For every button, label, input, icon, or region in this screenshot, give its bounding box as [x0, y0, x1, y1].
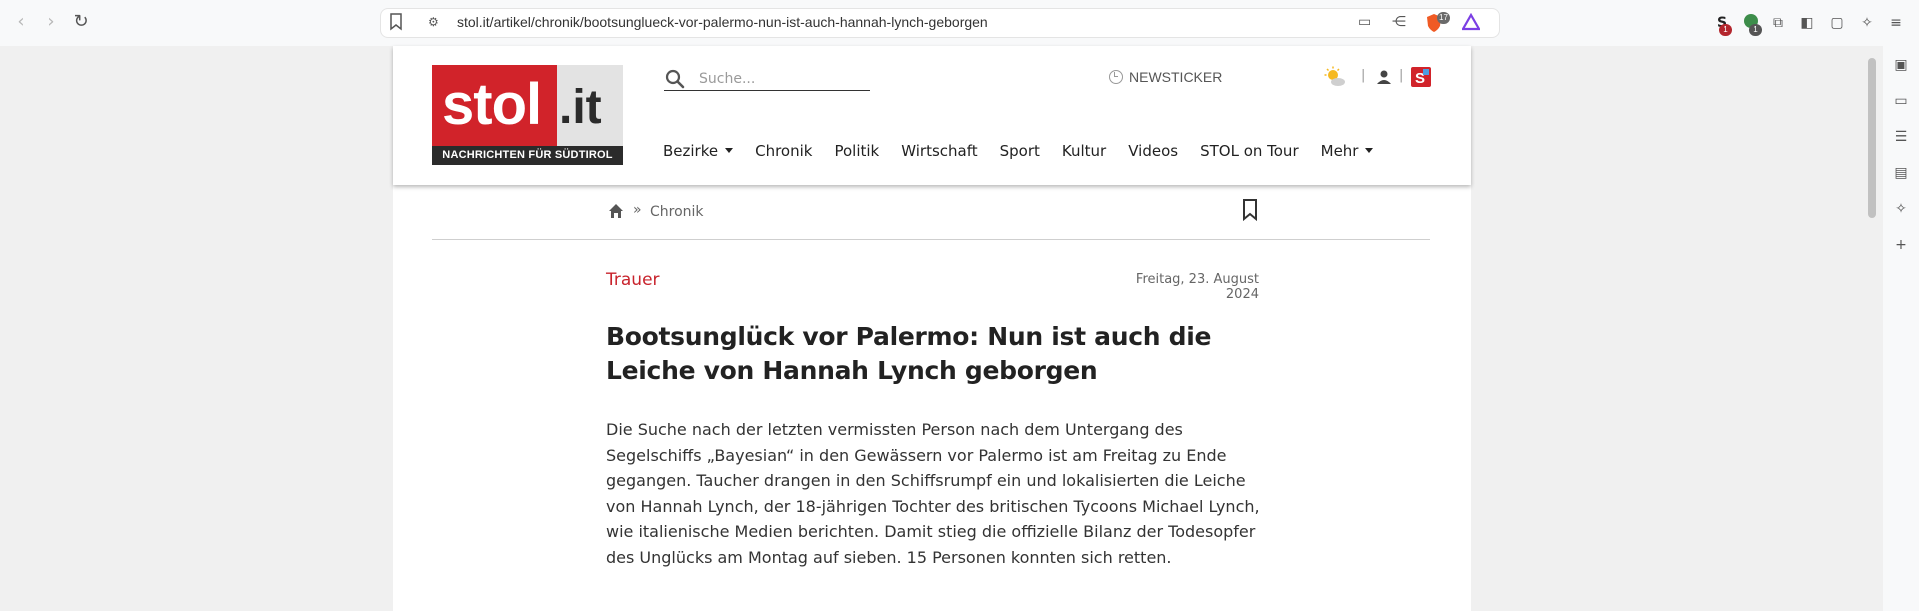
header-separator: |	[1361, 68, 1366, 83]
wallet-icon[interactable]: ▢	[1827, 13, 1847, 33]
article-headline: Bootsunglück vor Palermo: Nun ist auch d…	[606, 322, 1212, 385]
nav-item-kultur[interactable]: Kultur	[1062, 142, 1106, 164]
header-separator: |	[1399, 68, 1404, 83]
bookmark-page-icon[interactable]	[389, 13, 403, 31]
nav-item-videos[interactable]: Videos	[1128, 142, 1178, 164]
share-icon[interactable]: ⋲	[1392, 14, 1406, 30]
breadcrumb-divider	[432, 239, 1430, 240]
logo-tagline: NACHRICHTEN FÜR SÜDTIROL	[432, 146, 623, 165]
stol-logo[interactable]: stol .it NACHRICHTEN FÜR SÜDTIROL	[432, 65, 623, 165]
nav-item-label: Mehr	[1320, 142, 1359, 160]
url-text[interactable]: stol.it/artikel/chronik/bootsunglueck-vo…	[457, 14, 988, 30]
extension-s-badge: 1	[1719, 24, 1732, 36]
newsticker-label: NEWSTICKER	[1129, 69, 1223, 85]
sidebar-wallet-icon[interactable]: ▣	[1892, 56, 1910, 74]
article-lead: Die Suche nach der letzten vermissten Pe…	[606, 420, 1260, 567]
nav-item-stol-on-tour[interactable]: STOL on Tour	[1200, 142, 1299, 164]
breadcrumb-category[interactable]: Chronik	[650, 204, 704, 220]
sidebar-toggle-icon[interactable]: ◧	[1797, 13, 1817, 33]
sidebar-bookmarks-icon[interactable]: ▤	[1892, 164, 1910, 182]
nav-item-politik[interactable]: Politik	[834, 142, 879, 164]
sidebar-add-icon[interactable]: +	[1892, 236, 1910, 254]
nav-item-bezirke[interactable]: Bezirke	[663, 142, 734, 164]
nav-item-mehr[interactable]: Mehr	[1321, 142, 1374, 164]
sidebar-leo-icon[interactable]: ✧	[1892, 200, 1910, 218]
bookmark-article-icon[interactable]	[1242, 199, 1258, 221]
extensions-puzzle-icon[interactable]: ⧉	[1768, 13, 1788, 33]
home-icon[interactable]	[608, 203, 624, 219]
reload-icon[interactable]: ↻	[71, 12, 91, 32]
browser-sidebar: ▣ ▭ ☰ ▤ ✧ +	[1883, 46, 1919, 611]
search-icon[interactable]	[664, 68, 686, 90]
sidebar-talk-icon[interactable]: ▭	[1892, 92, 1910, 110]
scrollbar-thumb[interactable]	[1868, 58, 1876, 218]
leo-ai-icon[interactable]: ✧	[1857, 13, 1877, 33]
site-info-icon[interactable]: ⚙	[428, 15, 439, 29]
browser-toolbar: ‹ › ↻ ⚙ stol.it/artikel/chronik/bootsung…	[0, 0, 1919, 46]
nav-item-label: Bezirke	[663, 142, 719, 160]
back-icon[interactable]: ‹	[11, 12, 31, 32]
brave-rewards-icon[interactable]	[1461, 12, 1481, 33]
stol-plus-icon[interactable]: S	[1410, 66, 1432, 88]
logo-stol-text: stol	[442, 72, 542, 137]
logo-it-text: .it	[559, 81, 602, 134]
search-input[interactable]	[699, 68, 864, 90]
search-box	[664, 67, 870, 91]
nav-item-chronik[interactable]: Chronik	[755, 142, 812, 164]
nav-item-sport[interactable]: Sport	[1000, 142, 1040, 164]
article-kicker[interactable]: Trauer	[606, 270, 660, 290]
menu-icon[interactable]: ≡	[1886, 13, 1906, 33]
sidebar-reading-list-icon[interactable]: ☰	[1892, 128, 1910, 146]
weather-icon[interactable]	[1324, 66, 1346, 88]
cast-icon[interactable]: ▭	[1358, 14, 1371, 30]
chevron-down-icon	[725, 148, 734, 153]
main-navigation: Bezirke Chronik Politik Wirtschaft Sport…	[663, 142, 1395, 164]
nav-item-wirtschaft[interactable]: Wirtschaft	[901, 142, 977, 164]
user-account-icon[interactable]	[1373, 66, 1395, 88]
clock-icon	[1109, 70, 1123, 84]
site-header: stol .it NACHRICHTEN FÜR SÜDTIROL NEWSTI…	[393, 46, 1471, 185]
extension-green-badge: 1	[1749, 24, 1762, 36]
breadcrumb-separator: »	[633, 202, 642, 218]
chevron-down-icon	[1365, 148, 1374, 153]
article-date: Freitag, 23. August 2024	[1135, 272, 1259, 302]
forward-icon[interactable]: ›	[41, 12, 61, 32]
newsticker-link[interactable]: NEWSTICKER	[1109, 69, 1222, 85]
brave-shields-count: 17	[1437, 12, 1450, 24]
